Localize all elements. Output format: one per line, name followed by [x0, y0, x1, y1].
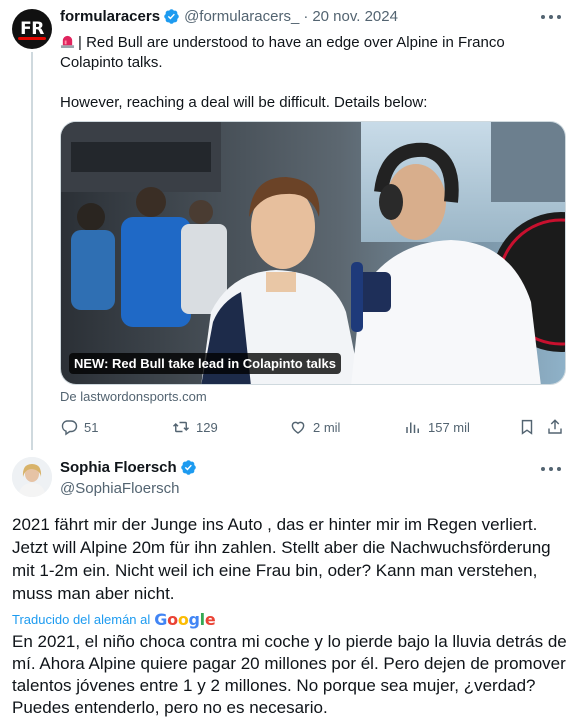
google-logo: Google — [154, 610, 216, 629]
more-icon[interactable] — [541, 462, 561, 476]
repost-button[interactable]: 129 — [172, 418, 218, 436]
bookmark-button[interactable] — [518, 418, 542, 436]
author-handle[interactable]: @formularacers_ — [184, 8, 299, 25]
action-bar: 51 129 2 mil 157 mil — [60, 418, 566, 438]
avatar-photo — [12, 457, 52, 497]
avatar-initials: FR — [20, 19, 44, 39]
author-name[interactable]: Sophia Floersch — [60, 459, 177, 476]
tweet-text-line2: However, reaching a deal will be difficu… — [60, 94, 428, 111]
link-source[interactable]: De lastwordonsports.com — [60, 389, 207, 404]
views-icon — [406, 422, 419, 433]
thread-connector-line — [31, 52, 33, 450]
views-count: 157 mil — [428, 419, 470, 435]
tweet-header: formularacers @formularacers_ · 20 nov. … — [60, 8, 398, 25]
sophia-floersch-avatar[interactable] — [12, 457, 52, 497]
verified-badge-icon — [180, 460, 196, 475]
author-handle[interactable]: @SophiaFloersch — [60, 480, 179, 497]
author-name[interactable]: formularacers — [60, 8, 160, 25]
racing-driver-photo — [61, 122, 565, 384]
siren-icon — [60, 35, 75, 48]
tweet-text: | Red Bull are understood to have an edg… — [60, 33, 560, 113]
reply-count: 51 — [84, 419, 99, 435]
reply-button[interactable]: 51 — [60, 418, 98, 436]
separator-dot: · — [303, 8, 309, 25]
formularacers-avatar[interactable]: FR — [12, 9, 52, 49]
like-icon — [291, 421, 305, 434]
reply-icon — [61, 420, 78, 436]
tweet-text-line1: | Red Bull are understood to have an edg… — [60, 34, 505, 71]
tweet-media-card[interactable]: NEW: Red Bull take lead in Colapinto tal… — [60, 121, 566, 385]
more-icon[interactable] — [541, 10, 561, 24]
tweet-date[interactable]: 20 nov. 2024 — [312, 8, 398, 25]
translated-label: Traducido del alemán al — [12, 612, 151, 627]
translation-attribution[interactable]: Traducido del alemán al Google — [12, 610, 216, 629]
reply-header: Sophia Floersch — [60, 459, 201, 476]
like-button[interactable]: 2 mil — [289, 418, 340, 436]
like-count: 2 mil — [313, 419, 341, 435]
verified-badge-icon — [164, 9, 179, 24]
views-button[interactable]: 157 mil — [404, 418, 470, 436]
media-caption: NEW: Red Bull take lead in Colapinto tal… — [69, 353, 341, 374]
repost-icon — [172, 421, 190, 433]
translated-text: En 2021, el niño choca contra mi coche y… — [12, 632, 567, 717]
repost-count: 129 — [196, 419, 218, 435]
reply-text: 2021 fährt mir der Junge ins Auto , das … — [12, 515, 551, 603]
share-icon — [548, 419, 562, 434]
bookmark-icon — [521, 419, 533, 435]
share-button[interactable] — [546, 418, 570, 436]
